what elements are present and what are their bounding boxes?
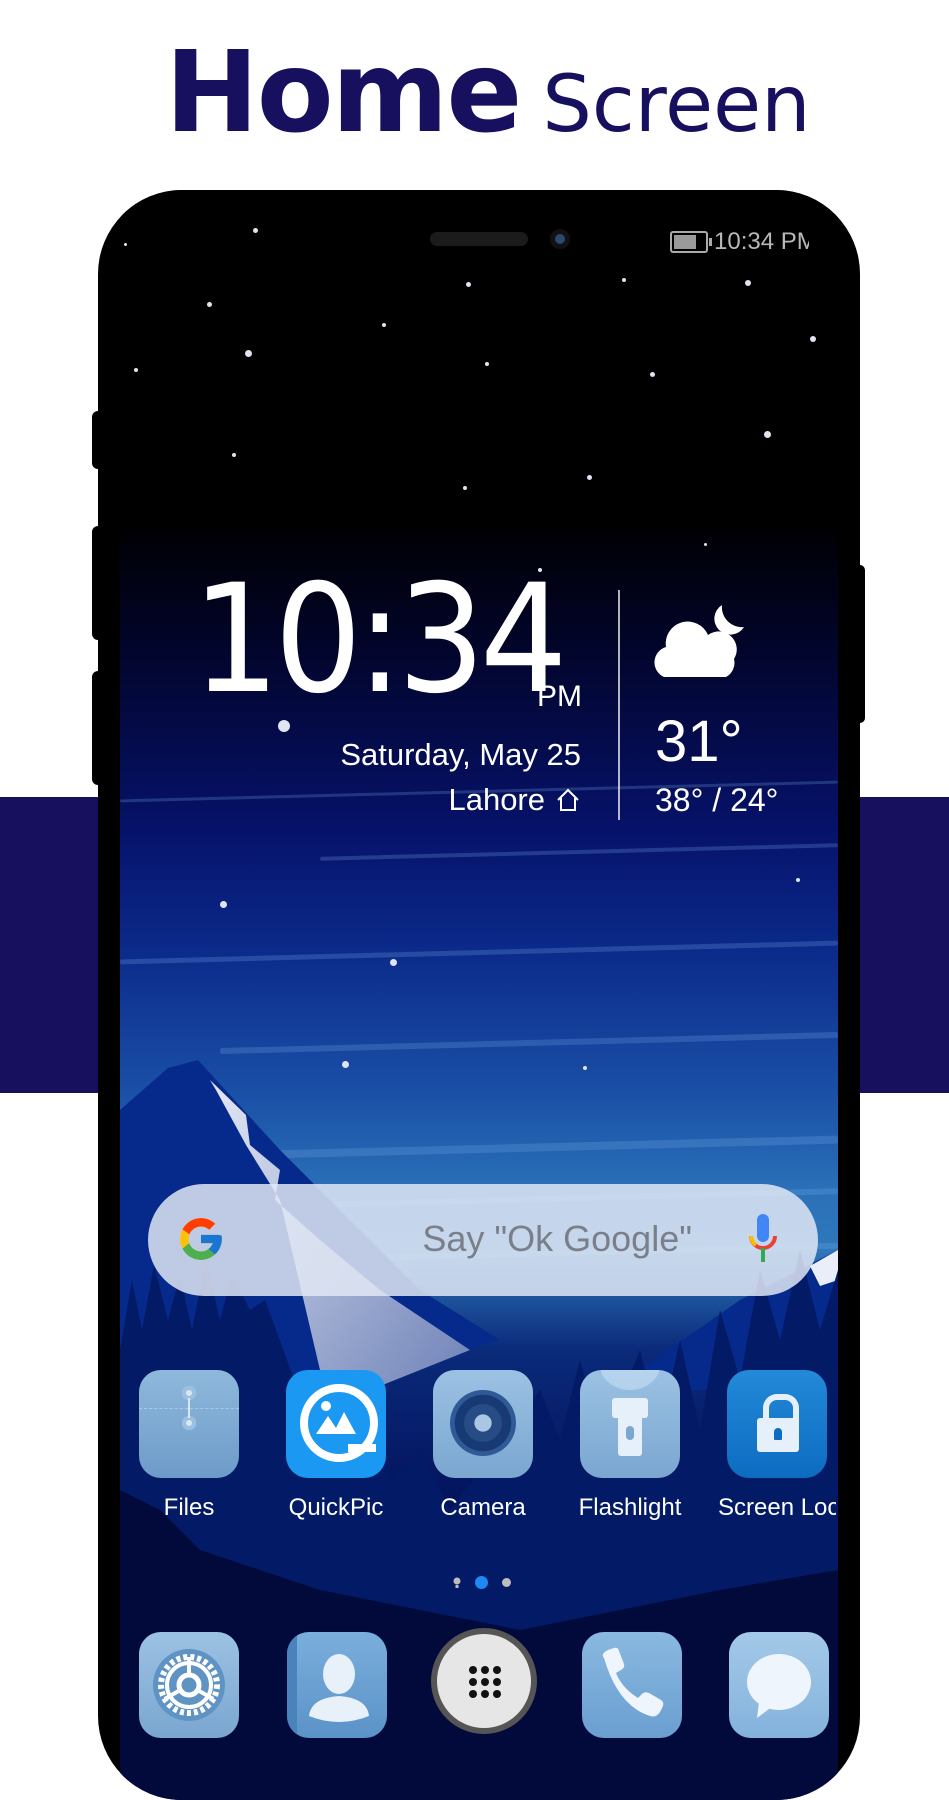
camera-icon [433,1370,533,1478]
settings-icon [153,1649,225,1721]
screen-lock-icon [727,1370,827,1478]
app-label: Files [163,1494,215,1521]
cloudy-night-icon[interactable] [652,597,752,687]
promo-title: Home Screen [165,28,811,158]
app-quickpic[interactable]: QuickPic [271,1370,401,1522]
app-screen-lock[interactable]: Screen Lock [712,1370,842,1522]
app-flashlight[interactable]: Flashlight [565,1370,695,1522]
page-indicator [453,1576,511,1589]
app-drawer-icon [469,1666,501,1698]
dock-settings[interactable] [139,1632,239,1738]
app-files[interactable]: Files [124,1370,254,1522]
weather-range: 38° / 24° [655,782,779,818]
clock-city[interactable]: Lahore [448,782,581,818]
clock-date[interactable]: Saturday, May 25 [340,737,581,773]
clock-time[interactable]: 10:34 [192,565,568,715]
title-light: Screen [542,60,811,150]
phone-frame [98,190,860,1800]
phone-icon [602,1647,664,1717]
microphone-icon[interactable] [748,1214,778,1268]
contacts-icon [287,1632,369,1738]
files-icon [139,1370,239,1478]
front-camera [550,229,570,249]
dock-phone[interactable] [582,1632,682,1738]
page-dot[interactable] [502,1578,511,1587]
city-name: Lahore [448,782,545,817]
dock-messages[interactable] [729,1632,829,1738]
quickpic-icon [286,1370,386,1478]
app-label: Camera [440,1494,526,1521]
mountain-landscape [120,1060,838,1800]
earpiece-speaker [430,232,528,246]
title-bold: Home [165,28,522,158]
widget-divider [618,590,620,820]
search-hint: Say "Ok Google" [422,1218,692,1259]
google-g-icon [180,1218,222,1260]
app-label: Screen Lock [718,1494,836,1521]
home-screen-wallpaper [120,190,838,1800]
home-icon [557,788,579,811]
app-label: QuickPic [288,1494,384,1521]
weather-temperature: 31° [655,709,743,774]
tip-bulb-icon[interactable] [453,1577,461,1589]
google-search-bar[interactable]: Say "Ok Google" [148,1184,818,1296]
app-camera[interactable]: Camera [418,1370,548,1522]
status-time: 10:34 PM [714,228,809,255]
battery-icon [670,231,712,253]
app-label: Flashlight [578,1494,682,1521]
flashlight-icon [580,1370,680,1478]
messages-icon [747,1654,811,1718]
page-dot-active[interactable] [475,1576,488,1589]
status-bar: 10:34 PM [670,228,809,256]
app-drawer-button[interactable] [431,1628,537,1734]
clock-ampm: PM [537,680,582,713]
dock-contacts[interactable] [287,1632,387,1738]
